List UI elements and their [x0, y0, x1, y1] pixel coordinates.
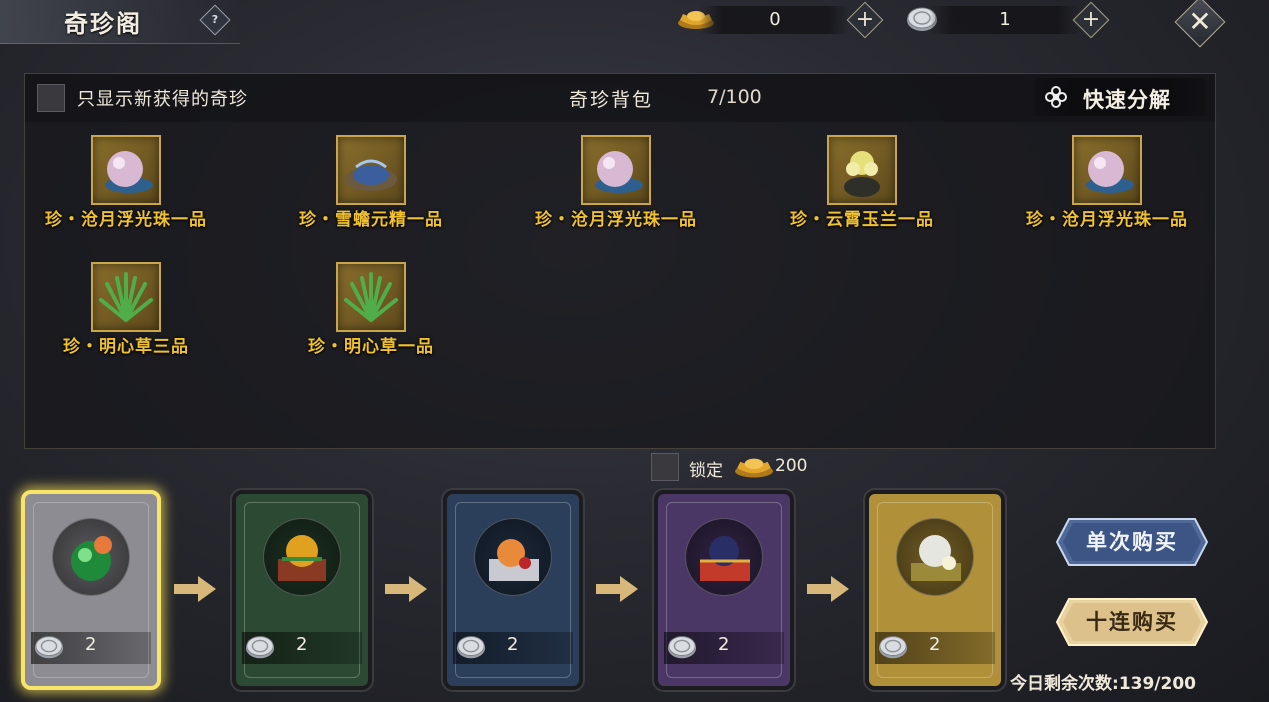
question-icon: ? — [211, 13, 219, 26]
silver-coin-icon — [667, 636, 697, 659]
close-icon: ✕ — [1188, 5, 1212, 38]
item-name: 珍・明心草三品 — [63, 337, 189, 357]
quick-decompose-button[interactable]: 快速分解 — [1035, 78, 1205, 116]
draw-card-green[interactable]: 2 — [232, 490, 372, 690]
treasure-chest-icon — [474, 518, 552, 596]
gold-ingot-icon — [735, 458, 773, 478]
ten-buy-button[interactable]: 十连购买 — [1055, 597, 1209, 647]
card-price: 2 — [296, 634, 308, 655]
bag-capacity: 7/100 — [707, 86, 762, 108]
lock-label: 锁定 — [689, 461, 723, 481]
bag-header: 只显示新获得的奇珍 奇珍背包 7/100 快速分解 — [25, 74, 1215, 122]
single-buy-label: 单次购买 — [1086, 530, 1178, 554]
bag-item[interactable]: 珍・明心草一品 — [256, 262, 486, 372]
silver-coin-icon — [34, 636, 64, 659]
quick-decompose-label: 快速分解 — [1083, 88, 1171, 112]
bag-item[interactable]: 珍・云霄玉兰一品 — [747, 135, 977, 245]
ingot-balance: 0 — [700, 6, 850, 34]
coin-balance: 1 — [930, 6, 1080, 34]
close-button[interactable]: ✕ — [1174, 0, 1226, 48]
arrow-right-icon — [807, 576, 849, 602]
pearl-icon — [581, 135, 651, 205]
arrow-right-icon — [596, 576, 638, 602]
treasure-chest-icon — [263, 518, 341, 596]
ingot-value: 0 — [769, 9, 781, 30]
treasure-chest-icon — [685, 518, 763, 596]
ten-buy-label: 十连购买 — [1086, 610, 1178, 634]
herb-icon — [91, 262, 161, 332]
item-name: 珍・沧月浮光珠一品 — [535, 210, 697, 230]
coin-value: 1 — [999, 9, 1011, 30]
green-orb-icon — [52, 518, 130, 596]
pearl-icon — [1072, 135, 1142, 205]
bag-item[interactable]: 珍・沧月浮光珠一品 — [11, 135, 241, 245]
remaining-count: 今日剩余次数:139/200 — [1010, 669, 1196, 694]
pearl-icon — [91, 135, 161, 205]
silver-coin-icon — [456, 636, 486, 659]
item-name: 珍・明心草一品 — [308, 337, 434, 357]
bag-item[interactable]: 珍・明心草三品 — [11, 262, 241, 372]
single-buy-button[interactable]: 单次购买 — [1055, 517, 1209, 567]
page-title: 奇珍阁 — [64, 10, 142, 38]
card-price: 2 — [85, 634, 97, 655]
bag-item[interactable]: 珍・沧月浮光珠一品 — [501, 135, 731, 245]
new-only-checkbox[interactable] — [37, 84, 65, 112]
item-name: 珍・雪蟾元精一品 — [299, 210, 443, 230]
flower-icon — [1045, 86, 1067, 108]
magnolia-icon — [827, 135, 897, 205]
add-ingot-button[interactable]: + — [846, 1, 884, 39]
silver-coin-icon — [878, 636, 908, 659]
arrow-right-icon — [174, 576, 216, 602]
item-name: 珍・云霄玉兰一品 — [790, 210, 934, 230]
lock-cost: 200 — [775, 456, 808, 476]
bag-item[interactable]: 珍・雪蟾元精一品 — [256, 135, 486, 245]
item-name: 珍・沧月浮光珠一品 — [45, 210, 207, 230]
bag-title: 奇珍背包 — [569, 89, 654, 111]
draw-card-gray[interactable]: 2 — [21, 490, 161, 690]
silver-coin-icon — [245, 636, 275, 659]
top-bar: 奇珍阁 ? 0 + 1 + ✕ — [0, 0, 1269, 48]
draw-card-purple[interactable]: 2 — [654, 490, 794, 690]
draw-card-blue[interactable]: 2 — [443, 490, 583, 690]
remaining-label: 今日剩余次数: — [1010, 674, 1119, 694]
card-price: 2 — [929, 634, 941, 655]
plus-icon: + — [855, 7, 875, 33]
frost-toad-essence-icon — [336, 135, 406, 205]
bag-item[interactable]: 珍・沧月浮光珠一品 — [992, 135, 1222, 245]
treasure-bag-panel: 只显示新获得的奇珍 奇珍背包 7/100 快速分解 珍・沧月浮光珠一品 珍・雪蟾… — [24, 73, 1216, 449]
item-name: 珍・沧月浮光珠一品 — [1026, 210, 1188, 230]
lock-checkbox[interactable] — [651, 453, 679, 481]
new-only-label: 只显示新获得的奇珍 — [77, 89, 248, 110]
remaining-value: 139/200 — [1118, 674, 1196, 694]
card-price: 2 — [507, 634, 519, 655]
herb-icon — [336, 262, 406, 332]
draw-card-gold[interactable]: 2 — [865, 490, 1005, 690]
card-price: 2 — [718, 634, 730, 655]
treasure-chest-icon — [896, 518, 974, 596]
arrow-right-icon — [385, 576, 427, 602]
plus-icon: + — [1081, 7, 1101, 33]
